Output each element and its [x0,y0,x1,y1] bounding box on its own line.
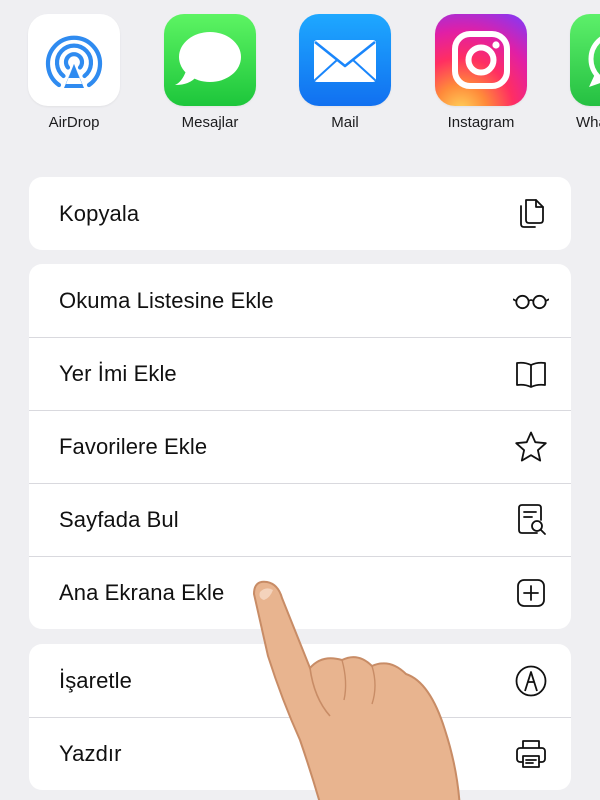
action-find-in-page-label: Sayfada Bul [59,506,179,532]
app-mail[interactable]: Mail [295,14,395,131]
airdrop-icon [28,14,120,106]
mail-icon [299,14,391,106]
action-reading-list[interactable]: Okuma Listesine Ekle [29,264,571,337]
action-copy-label: Kopyala [59,200,140,226]
action-add-to-home[interactable]: Ana Ekrana Ekle [29,556,571,629]
actions-group-copy: Kopyala [29,177,571,250]
printer-icon [513,736,549,772]
action-bookmark[interactable]: Yer İmi Ekle [29,337,571,410]
app-airdrop[interactable]: AirDrop [24,14,124,131]
action-markup[interactable]: İşaretle [29,644,571,717]
markup-icon [513,663,549,699]
actions-group-more: İşaretle Yazdır [29,644,571,790]
messages-icon [164,14,256,106]
copy-icon [513,196,549,232]
app-whatsapp-label: Wha [576,114,600,131]
action-add-to-home-label: Ana Ekrana Ekle [59,579,225,605]
action-print[interactable]: Yazdır [29,717,571,790]
action-markup-label: İşaretle [59,667,132,693]
share-apps-row: AirDrop Mesajlar Mail Instagram Wh [0,14,600,154]
action-favorites[interactable]: Favorilere Ekle [29,410,571,483]
add-square-icon [513,575,549,611]
app-whatsapp[interactable]: Wha [566,14,600,131]
share-sheet: AirDrop Mesajlar Mail Instagram Wh Kopya… [0,0,600,800]
instagram-icon [435,14,527,106]
app-mail-label: Mail [331,114,359,131]
app-messages[interactable]: Mesajlar [160,14,260,131]
app-airdrop-label: AirDrop [48,114,100,131]
action-find-in-page[interactable]: Sayfada Bul [29,483,571,556]
star-icon [513,429,549,465]
action-reading-list-label: Okuma Listesine Ekle [59,287,274,313]
whatsapp-icon [570,14,600,106]
book-icon [513,356,549,392]
find-in-page-icon [513,502,549,538]
action-copy[interactable]: Kopyala [29,177,571,250]
action-favorites-label: Favorilere Ekle [59,433,208,459]
action-print-label: Yazdır [59,740,122,766]
app-instagram-label: Instagram [447,114,515,131]
actions-group-page: Okuma Listesine Ekle Yer İmi Ekle Favori… [29,264,571,629]
app-messages-label: Mesajlar [181,114,239,131]
glasses-icon [513,283,549,319]
app-instagram[interactable]: Instagram [431,14,531,131]
action-bookmark-label: Yer İmi Ekle [59,360,177,386]
